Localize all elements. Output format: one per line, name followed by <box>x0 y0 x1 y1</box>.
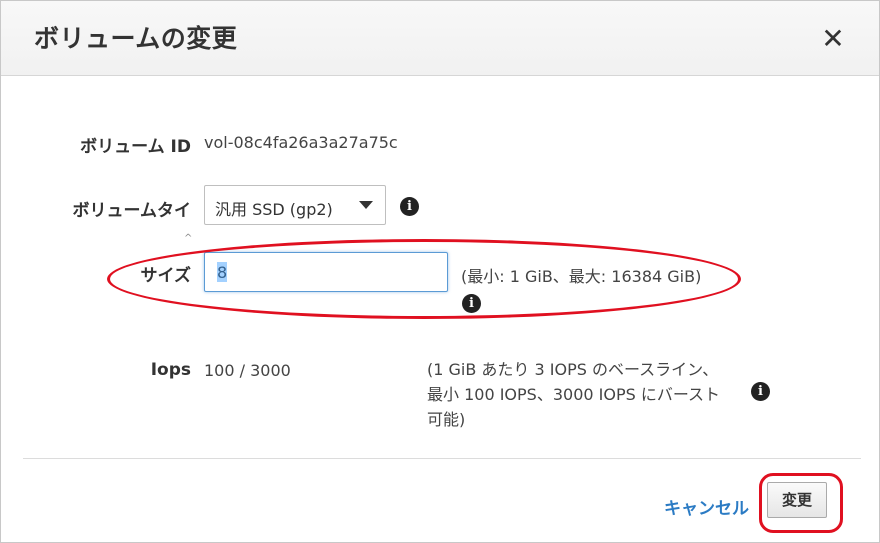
text-selection-highlight <box>217 262 227 282</box>
info-icon[interactable]: i <box>751 382 770 401</box>
volume-type-label: ボリュームタイ <box>72 201 192 221</box>
volume-type-select[interactable]: 汎用 SSD (gp2) <box>204 185 386 225</box>
chevron-down-icon <box>359 201 373 209</box>
iops-description: (1 GiB あたり 3 IOPS のベースライン、最小 100 IOPS、30… <box>427 360 721 429</box>
footer-divider <box>23 458 861 459</box>
volume-id-value: vol-08c4fa26a3a27a75c <box>204 133 398 152</box>
info-icon[interactable]: i <box>462 294 481 313</box>
modify-button[interactable]: 変更 <box>767 482 827 518</box>
size-label: サイズ <box>140 266 192 286</box>
close-icon[interactable]: ✕ <box>817 23 849 55</box>
volume-type-selected: 汎用 SSD (gp2) <box>215 200 333 219</box>
size-range-hint: (最小: 1 GiB、最大: 16384 GiB) <box>461 267 702 286</box>
label-overflow-mark: ^ <box>184 233 193 244</box>
modify-volume-dialog: ボリュームの変更 ✕ ボリューム ID vol-08c4fa26a3a27a75… <box>0 0 880 543</box>
iops-label: Iops <box>150 360 191 380</box>
dialog-title: ボリュームの変更 <box>34 24 238 53</box>
cancel-button[interactable]: キャンセル <box>664 494 749 519</box>
volume-id-label: ボリューム ID <box>80 137 191 157</box>
info-icon[interactable]: i <box>400 197 419 216</box>
size-input[interactable] <box>204 252 448 292</box>
iops-value: 100 / 3000 <box>204 361 291 380</box>
dialog-header: ボリュームの変更 ✕ <box>1 1 879 76</box>
